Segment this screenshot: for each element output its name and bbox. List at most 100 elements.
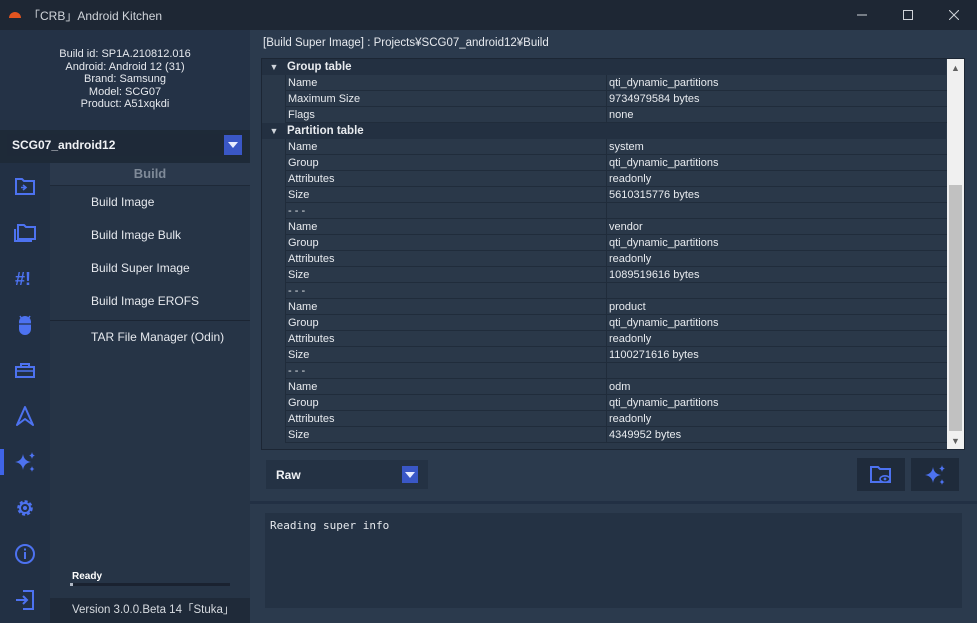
maximize-icon xyxy=(903,10,913,20)
tree-item-row[interactable]: Name product xyxy=(262,299,949,315)
toolbox-icon[interactable] xyxy=(10,355,40,385)
chevron-down-icon[interactable] xyxy=(224,135,242,155)
chevron-down-icon[interactable]: ▼ xyxy=(268,123,280,139)
tree-section-title: Group table xyxy=(287,61,352,73)
tree-section-row[interactable]: ▼ Partition table xyxy=(262,123,946,139)
tree-item-row[interactable]: - - - xyxy=(262,283,949,299)
tree-item-row[interactable]: - - - xyxy=(262,363,949,379)
menu-item-build-image[interactable]: Build Image xyxy=(50,186,250,219)
compass-icon[interactable] xyxy=(10,401,40,431)
sparkles-icon xyxy=(925,464,945,485)
window-title: 「CRB」Android Kitchen xyxy=(28,8,163,23)
tree-item-value: 5610315776 bytes xyxy=(606,187,949,203)
tree-section-title: Partition table xyxy=(287,125,364,137)
android-version-text: Android: Android 12 (31) xyxy=(65,60,185,73)
menu-item-build-image-bulk[interactable]: Build Image Bulk xyxy=(50,219,250,252)
mode-dropdown[interactable]: Raw xyxy=(266,460,428,489)
chevron-down-icon[interactable] xyxy=(402,466,418,483)
info-icon[interactable] xyxy=(10,539,40,569)
log-output[interactable]: Reading super info xyxy=(265,513,962,608)
tree-item-value: qti_dynamic_partitions xyxy=(606,155,949,171)
tree-item-value: none xyxy=(606,107,949,123)
mode-dropdown-value: Raw xyxy=(276,468,301,482)
tree-item-key: Name xyxy=(285,219,608,235)
tree-item-row[interactable]: Maximum Size 9734979584 bytes xyxy=(262,91,949,107)
folder-transfer-icon[interactable] xyxy=(10,171,40,201)
icon-rail: #! xyxy=(0,163,50,623)
model-text: Model: SCG07 xyxy=(88,85,162,98)
open-folder-view-button[interactable] xyxy=(857,458,905,491)
close-button[interactable] xyxy=(931,0,977,30)
tree-item-row[interactable]: Name qti_dynamic_partitions xyxy=(262,75,949,91)
tree-item-row[interactable]: Attributes readonly xyxy=(262,331,949,347)
tree-item-key: Group xyxy=(285,235,608,251)
tree-item-row[interactable]: Flags none xyxy=(262,107,949,123)
exit-icon[interactable] xyxy=(10,585,40,615)
tree-item-value: readonly xyxy=(606,411,949,427)
menu-item-build-super-image[interactable]: Build Super Image xyxy=(50,252,250,285)
tree-item-row[interactable]: Group qti_dynamic_partitions xyxy=(262,155,949,171)
hash-bang-icon[interactable]: #! xyxy=(10,263,40,293)
path-label: [Build Super Image] : Projects¥SCG07_and… xyxy=(263,37,549,49)
menu-item-tar-file-manager[interactable]: TAR File Manager (Odin) xyxy=(50,321,250,354)
tree-item-row[interactable]: - - - xyxy=(262,203,949,219)
maximize-button[interactable] xyxy=(885,0,931,30)
tree-item-key: Attributes xyxy=(285,331,608,347)
tree-item-value xyxy=(606,203,949,219)
tree-item-key: Name xyxy=(285,379,608,395)
sparkles-icon[interactable] xyxy=(10,447,40,477)
tree-item-row[interactable]: Attributes readonly xyxy=(262,411,949,427)
tree-section-row[interactable]: ▼ Group table xyxy=(262,59,946,75)
tree-item-value: vendor xyxy=(606,219,949,235)
tree-item-row[interactable]: Group qti_dynamic_partitions xyxy=(262,395,949,411)
scroll-up-icon[interactable]: ▲ xyxy=(947,59,964,76)
tree-item-value: product xyxy=(606,299,949,315)
tree-item-row[interactable]: Group qti_dynamic_partitions xyxy=(262,315,949,331)
tree-item-key: Size xyxy=(285,427,608,443)
app-logo-icon xyxy=(9,12,21,18)
tree-item-row[interactable]: Group qti_dynamic_partitions xyxy=(262,235,949,251)
tree-item-row[interactable]: Size 5610315776 bytes xyxy=(262,187,949,203)
title-bar: 「CRB」Android Kitchen xyxy=(0,0,977,30)
tree-item-key: Group xyxy=(285,315,608,331)
tree-item-row[interactable]: Size 1100271616 bytes xyxy=(262,347,949,363)
scroll-down-icon[interactable]: ▼ xyxy=(947,432,964,449)
progress-fill xyxy=(70,583,74,586)
tree-item-row[interactable]: Size 4349952 bytes xyxy=(262,427,949,443)
tree-item-value xyxy=(606,363,949,379)
gear-icon[interactable] xyxy=(10,493,40,523)
tree-item-key: Name xyxy=(285,299,608,315)
build-id-text: Build id: SP1A.210812.016 xyxy=(59,48,191,60)
android-icon[interactable] xyxy=(10,309,40,339)
vertical-scrollbar[interactable]: ▲ ▼ xyxy=(947,59,964,449)
build-button[interactable] xyxy=(911,458,959,491)
project-dropdown[interactable]: SCG07_android12 xyxy=(7,134,242,156)
scroll-thumb[interactable] xyxy=(949,185,962,431)
folders-icon[interactable] xyxy=(10,217,40,247)
tree-item-key: - - - xyxy=(285,363,608,379)
tree-item-row[interactable]: Attributes readonly xyxy=(262,171,949,187)
tree-item-row[interactable]: Size 1089519616 bytes xyxy=(262,267,949,283)
folder-eye-icon xyxy=(870,465,891,483)
menu-item-build-image-erofs[interactable]: Build Image EROFS xyxy=(50,285,250,318)
panel-divider xyxy=(250,501,977,504)
tree-item-value: qti_dynamic_partitions xyxy=(606,315,949,331)
tree-item-row[interactable]: Name system xyxy=(262,139,949,155)
tree-item-value: qti_dynamic_partitions xyxy=(606,75,949,91)
tree-item-key: Name xyxy=(285,75,608,91)
tree-item-row[interactable]: Name odm xyxy=(262,379,949,395)
tree-item-value: 1100271616 bytes xyxy=(606,347,949,363)
minimize-button[interactable] xyxy=(839,0,885,30)
tree-item-value: 4349952 bytes xyxy=(606,427,949,443)
tree-item-row[interactable]: Attributes readonly xyxy=(262,251,949,267)
tree-item-key: Group xyxy=(285,155,608,171)
tree-item-value: 1089519616 bytes xyxy=(606,267,949,283)
chevron-down-icon[interactable]: ▼ xyxy=(268,59,280,75)
tree-item-row[interactable]: Name vendor xyxy=(262,219,949,235)
tree-item-key: Group xyxy=(285,395,608,411)
main-panel: [Build Super Image] : Projects¥SCG07_and… xyxy=(250,30,977,623)
super-image-tree[interactable]: ▼ Group table Name qti_dynamic_partitions Ma… xyxy=(261,58,965,450)
tree-item-key: - - - xyxy=(285,203,608,219)
project-dropdown-value: SCG07_android12 xyxy=(12,138,116,152)
tree-item-key: Attributes xyxy=(285,251,608,267)
